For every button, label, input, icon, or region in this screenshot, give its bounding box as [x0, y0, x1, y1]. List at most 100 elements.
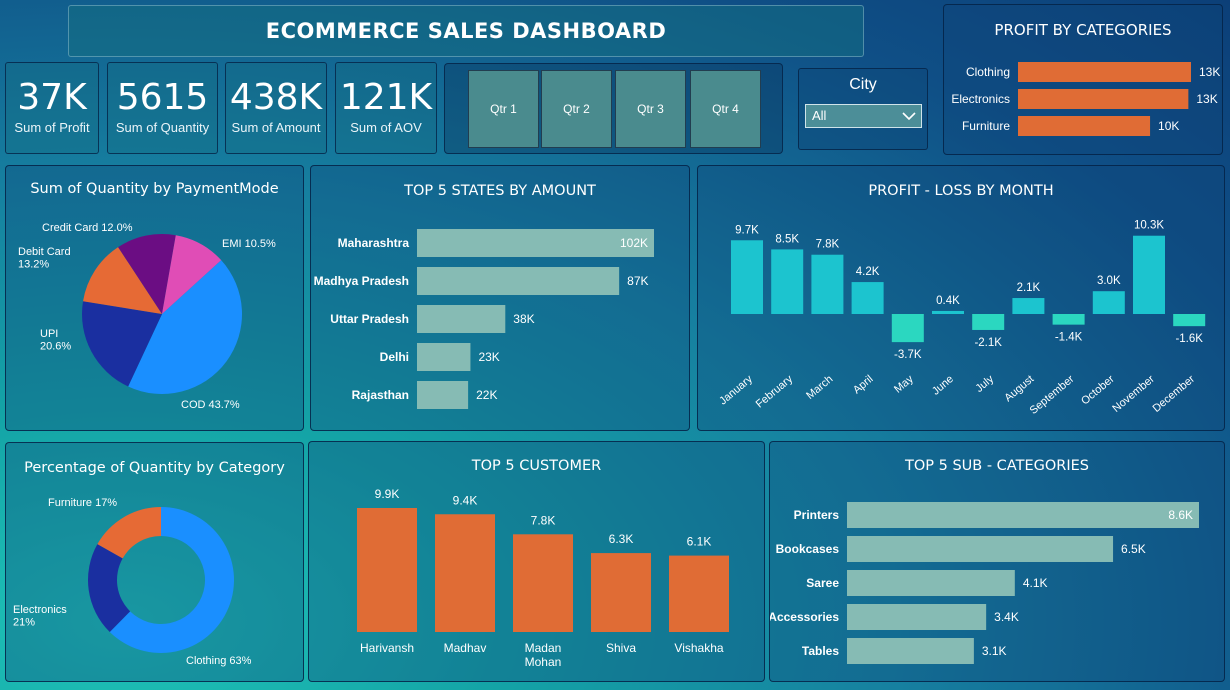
data-label: 6.5K: [1121, 542, 1146, 556]
category-label: Madhav: [444, 641, 487, 655]
data-label: 23K: [478, 350, 499, 364]
top-customer-card: TOP 5 CUSTOMER 9.9K Harivansh 9.4K Madhav 7.…: [308, 441, 765, 682]
kpi-label: Sum of Profit: [14, 120, 90, 135]
kpi-label: Sum of AOV: [350, 120, 422, 135]
kpi-value: 37K: [17, 77, 87, 118]
data-label: -3.7K: [894, 349, 922, 361]
city-filter-label: City: [849, 76, 877, 93]
bar: [1092, 291, 1125, 314]
data-label: UPI 20.6%: [40, 328, 71, 353]
category-label: October: [1079, 373, 1117, 408]
category-label: Accessories: [770, 610, 839, 624]
category-label: February: [754, 373, 796, 411]
data-label: 38K: [513, 312, 534, 326]
quarter-button-2[interactable]: Qtr 2: [541, 70, 612, 148]
data-label: 13K: [1196, 92, 1217, 106]
bar: [435, 514, 495, 632]
bar: [932, 310, 964, 314]
kpi-card-aov: 121K Sum of AOV: [335, 62, 437, 154]
quarter-button-4[interactable]: Qtr 4: [690, 70, 761, 148]
data-label: 102K: [620, 236, 648, 250]
bar: [847, 570, 1015, 596]
data-label: 7.8K: [531, 513, 556, 527]
data-label: Debit Card 13.2%: [18, 246, 71, 271]
data-label: Furniture 17%: [48, 497, 117, 509]
category-label: August: [1002, 373, 1036, 404]
data-label: 4.2K: [856, 266, 880, 278]
category-label: Maharashtra: [338, 236, 410, 250]
category-label: Harivansh: [360, 641, 414, 655]
bar: [417, 305, 506, 333]
quarter-button-1[interactable]: Qtr 1: [468, 70, 539, 148]
category-label: May: [892, 373, 916, 396]
kpi-label: Sum of Quantity: [115, 120, 210, 135]
bar: [851, 282, 884, 314]
data-label: -1.4K: [1055, 332, 1083, 344]
data-label: 3.4K: [994, 610, 1019, 624]
city-dropdown[interactable]: All: [805, 104, 922, 128]
data-label: 22K: [476, 388, 497, 402]
data-label: Clothing 63%: [186, 655, 252, 667]
kpi-card-quantity: 5615 Sum of Quantity: [107, 62, 218, 154]
quarter-button-3[interactable]: Qtr 3: [615, 70, 686, 148]
data-label: 3.0K: [1097, 275, 1121, 287]
kpi-value: 5615: [116, 77, 209, 118]
dashboard-title-bar: ECOMMERCE SALES DASHBOARD: [68, 5, 864, 57]
chevron-down-icon: [902, 112, 916, 121]
bar: [847, 536, 1114, 562]
category-label: June: [930, 373, 956, 398]
bar: [1018, 62, 1191, 82]
dashboard-title: ECOMMERCE SALES DASHBOARD: [265, 19, 667, 43]
category-label: March: [804, 373, 835, 402]
bar: [811, 254, 844, 314]
bar: [1052, 314, 1085, 325]
bar: [1173, 314, 1206, 327]
profit-by-categories-card: PROFIT BY CATEGORIES Clothing 13K Electron…: [943, 4, 1223, 155]
top-subcategories-bar-chart: Printers 8.6K Bookcases 6.5K Saree 4.1K Access…: [770, 502, 1199, 664]
bar: [417, 229, 654, 257]
profit-loss-bar-chart: 9.7K January 8.5K February 7.8K March 4.2K Apri…: [717, 220, 1206, 417]
data-label: 8.5K: [775, 233, 799, 245]
bar: [669, 555, 729, 632]
category-label: November: [1110, 373, 1157, 415]
bar: [891, 314, 924, 343]
top-states-bar-chart: Maharashtra 102K Madhya Pradesh 87K Uttar Pr…: [314, 229, 654, 409]
category-label: April: [851, 373, 876, 396]
data-label: EMI 10.5%: [222, 238, 276, 250]
bar: [731, 240, 763, 314]
bar: [417, 381, 469, 409]
category-label: Electronics: [951, 92, 1010, 106]
kpi-card-amount: 438K Sum of Amount: [225, 62, 327, 154]
data-label: 10.3K: [1134, 220, 1164, 232]
category-label: Tables: [802, 644, 839, 658]
data-label: 0.4K: [936, 295, 960, 307]
bar: [417, 267, 620, 295]
data-label: 8.6K: [1168, 508, 1193, 522]
top-customer-bar-chart: 9.9K Harivansh 9.4K Madhav 7.8K Madan Mohan 6.3…: [357, 487, 729, 669]
quarter-slicer: Qtr 1 Qtr 2 Qtr 3 Qtr 4: [444, 63, 783, 154]
bar: [417, 343, 471, 371]
bar: [847, 502, 1199, 528]
bar: [513, 534, 573, 632]
payment-mode-card: Sum of Quantity by PaymentMode COD 43.7%…: [5, 165, 304, 431]
data-label: -1.6K: [1175, 333, 1203, 345]
data-label: Electronics 21%: [13, 604, 67, 629]
category-label: July: [973, 373, 996, 395]
category-label: Clothing: [966, 65, 1010, 79]
data-label: 9.7K: [735, 224, 759, 236]
category-label: Rajasthan: [352, 388, 409, 402]
data-label: 9.4K: [453, 493, 478, 507]
bar: [1133, 235, 1165, 314]
top-subcategories-card: TOP 5 SUB - CATEGORIES Printers 8.6K Bookc…: [769, 441, 1225, 682]
data-label: 7.8K: [816, 239, 840, 251]
category-label: December: [1151, 373, 1198, 415]
kpi-card-profit: 37K Sum of Profit: [5, 62, 99, 154]
category-label: Shiva: [606, 641, 636, 655]
category-label: Printers: [794, 508, 840, 522]
bar: [847, 638, 974, 664]
data-label: 2.1K: [1017, 282, 1041, 294]
profit-loss-card: PROFIT - LOSS BY MONTH 9.7K January 8.5K Fe…: [697, 165, 1225, 431]
category-label: Bookcases: [776, 542, 840, 556]
bar: [357, 508, 417, 632]
category-label: Furniture: [962, 119, 1010, 133]
